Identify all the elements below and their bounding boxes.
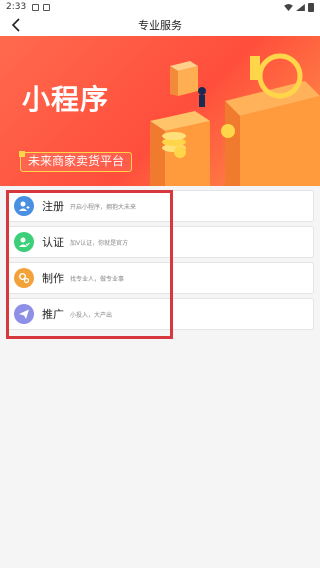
signal-icon (296, 3, 305, 11)
menu-item-label: 认证 (42, 236, 64, 249)
wifi-icon (284, 3, 293, 11)
menu-item-label: 注册 (42, 200, 64, 213)
user-verified-icon (14, 232, 34, 252)
menu-item-register[interactable]: 注册 开启小程序，拥抱大未来 (6, 190, 314, 222)
status-time: 2:33 (6, 2, 27, 12)
menu-item-verify[interactable]: 认证 加V认证，你就是官方 (6, 226, 314, 258)
app-notification-icon (43, 3, 51, 11)
status-bar: 2:33 (0, 0, 320, 14)
menu-item-label: 推广 (42, 308, 64, 321)
nav-bar: 专业服务 (0, 14, 320, 36)
user-add-icon (14, 196, 34, 216)
menu-item-desc: 找专业人，做专业事 (70, 275, 125, 283)
service-menu: 注册 开启小程序，拥抱大未来 认证 加V认证，你就是官方 制作 找专业人，做专业… (6, 190, 314, 334)
paper-plane-icon (14, 304, 34, 324)
banner-tagline: 未来商家卖货平台 (18, 151, 133, 172)
chevron-left-icon (11, 18, 20, 32)
menu-item-promote[interactable]: 推广 小投入，大产出 (6, 298, 314, 330)
menu-item-label: 制作 (42, 272, 64, 285)
gallery-notification-icon (32, 3, 40, 11)
menu-item-desc: 小投入，大产出 (70, 311, 113, 319)
banner-illustration (150, 53, 320, 186)
promo-banner[interactable]: 小程序 未来商家卖货平台 (0, 36, 320, 186)
menu-item-make[interactable]: 制作 找专业人，做专业事 (6, 262, 314, 294)
back-button[interactable] (8, 17, 24, 33)
gears-icon (14, 268, 34, 288)
battery-icon (308, 2, 314, 12)
banner-headline: 小程序 (22, 83, 110, 116)
page-title: 专业服务 (138, 19, 182, 32)
menu-item-desc: 加V认证，你就是官方 (70, 239, 129, 247)
menu-item-desc: 开启小程序，拥抱大未来 (70, 203, 137, 211)
